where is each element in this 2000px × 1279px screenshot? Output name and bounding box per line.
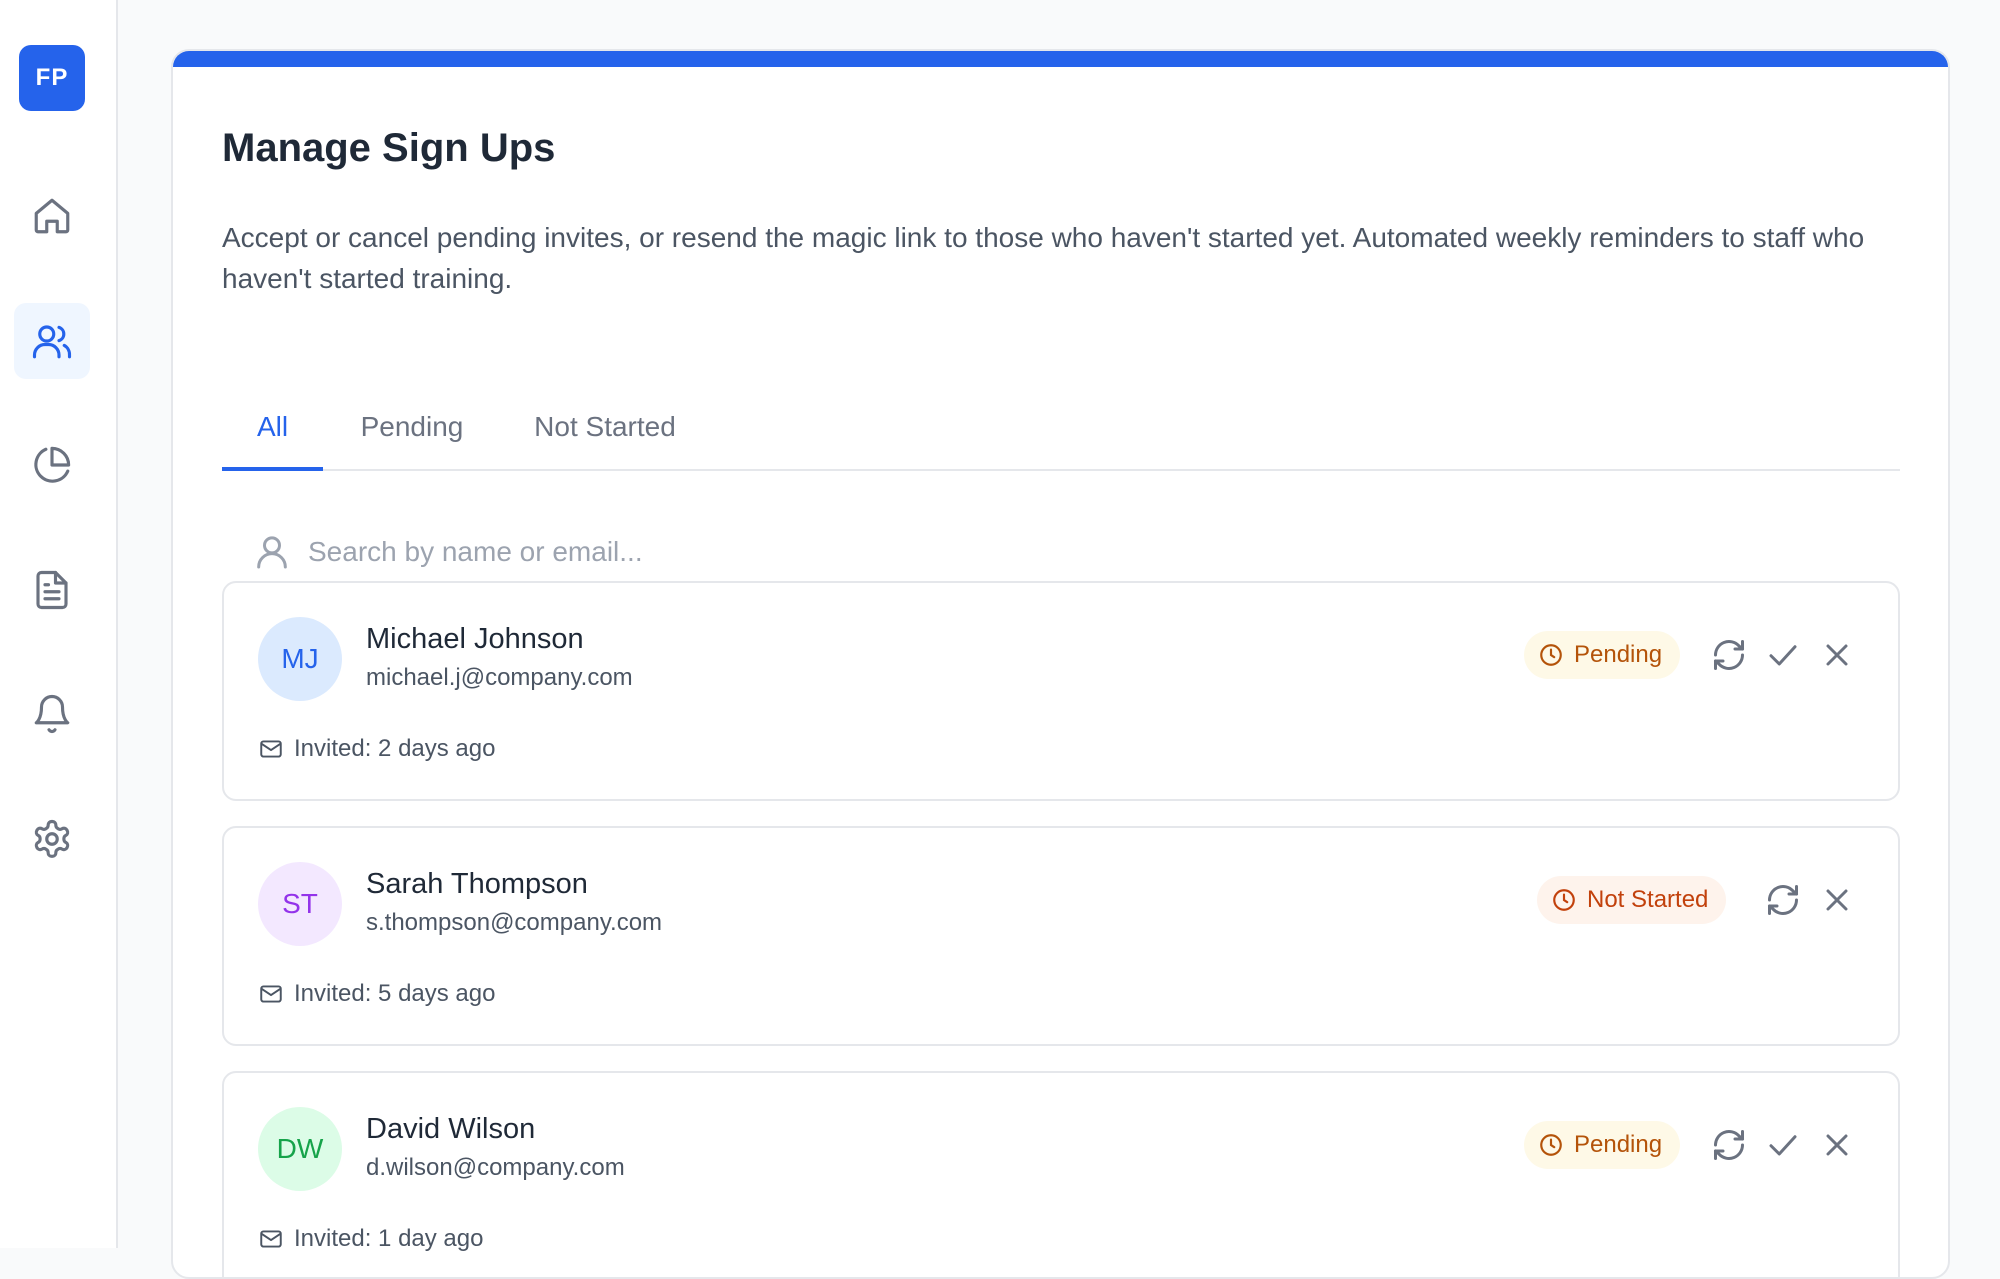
signup-row-michael-johnson: MJ Michael Johnson michael.j@company.com…	[222, 581, 1900, 801]
sidebar-item-home[interactable]	[14, 178, 90, 254]
invited-text: Invited: 1 day ago	[294, 1225, 484, 1252]
signup-name: Sarah Thompson	[366, 868, 588, 900]
search-input[interactable]	[308, 527, 1808, 577]
sidebar-item-documents[interactable]	[14, 552, 90, 628]
cancel-button[interactable]	[1815, 1123, 1859, 1167]
refresh-icon	[1714, 640, 1744, 670]
cancel-button[interactable]	[1815, 878, 1859, 922]
page-title: Manage Sign Ups	[222, 126, 556, 170]
document-icon	[36, 570, 68, 610]
check-icon	[1769, 645, 1797, 666]
signup-name: David Wilson	[366, 1113, 536, 1145]
signup-email: s.thompson@company.com	[366, 909, 663, 936]
avatar: ST	[258, 862, 342, 946]
invited-text: Invited: 5 days ago	[294, 980, 496, 1007]
sidebar: FP	[0, 0, 118, 1248]
sidebar-item-users[interactable]	[14, 303, 90, 379]
main-card: Manage Sign Ups Accept or cancel pending…	[171, 49, 1950, 1279]
sidebar-item-analytics[interactable]	[14, 427, 90, 503]
tab-pending[interactable]: Pending	[342, 411, 482, 471]
user-icon	[252, 532, 292, 572]
signup-row-sarah-thompson: ST Sarah Thompson s.thompson@company.com…	[222, 826, 1900, 1046]
status-label: Not Started	[1587, 886, 1709, 913]
users-icon	[32, 325, 72, 359]
sidebar-item-notifications[interactable]	[14, 676, 90, 752]
sidebar-item-settings[interactable]	[14, 801, 90, 877]
refresh-icon	[1714, 1130, 1744, 1160]
clock-icon	[1540, 1134, 1562, 1156]
status-badge: Not Started	[1537, 876, 1727, 924]
resend-button[interactable]	[1707, 633, 1751, 677]
close-icon	[1826, 1134, 1848, 1156]
status-label: Pending	[1574, 641, 1663, 668]
clock-icon	[1540, 644, 1562, 666]
status-label: Pending	[1574, 1131, 1663, 1158]
gear-icon	[34, 819, 70, 858]
refresh-icon	[1768, 885, 1798, 915]
cancel-button[interactable]	[1815, 633, 1859, 677]
mail-icon	[260, 985, 282, 1003]
invited-text: Invited: 2 days ago	[294, 735, 496, 762]
app-logo[interactable]: FP	[19, 45, 85, 111]
resend-button[interactable]	[1707, 1123, 1751, 1167]
status-badge: Pending	[1524, 1121, 1681, 1169]
invited-info: Invited: 2 days ago	[258, 735, 495, 763]
invited-info: Invited: 5 days ago	[258, 980, 495, 1008]
mail-icon	[260, 740, 282, 758]
tab-all[interactable]: All	[222, 411, 323, 471]
accept-button[interactable]	[1761, 1123, 1805, 1167]
pie-chart-icon	[34, 446, 71, 483]
close-icon	[1826, 889, 1848, 911]
avatar: DW	[258, 1107, 342, 1191]
tab-bar: All Pending Not Started	[222, 391, 1900, 471]
resend-button[interactable]	[1761, 878, 1805, 922]
avatar: MJ	[258, 617, 342, 701]
status-badge: Pending	[1524, 631, 1681, 679]
home-icon	[34, 198, 70, 234]
bell-icon	[34, 695, 70, 734]
signup-email: michael.j@company.com	[366, 664, 633, 691]
accept-button[interactable]	[1761, 633, 1805, 677]
card-accent-bar	[173, 51, 1948, 67]
mail-icon	[260, 1230, 282, 1248]
tab-not-started[interactable]: Not Started	[505, 411, 705, 471]
clock-icon	[1553, 889, 1575, 911]
signup-email: d.wilson@company.com	[366, 1154, 625, 1181]
close-icon	[1826, 644, 1848, 666]
check-icon	[1769, 1135, 1797, 1156]
invited-info: Invited: 1 day ago	[258, 1225, 483, 1253]
page-description: Accept or cancel pending invites, or res…	[222, 222, 1865, 294]
signup-name: Michael Johnson	[366, 623, 584, 655]
